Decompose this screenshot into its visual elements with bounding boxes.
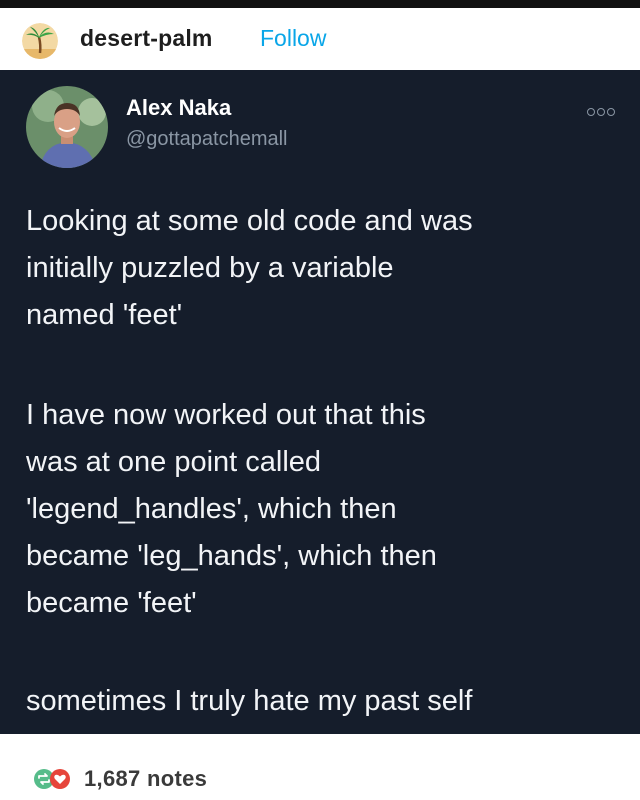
top-bar <box>0 0 640 8</box>
tweet-line: became 'feet' <box>26 587 197 619</box>
tweet-card: Alex Naka @gottapatchemall Looking at so… <box>0 70 640 734</box>
author-avatar[interactable] <box>26 86 108 168</box>
tweet-line: became 'leg_hands', which then <box>26 540 437 572</box>
heart-icon[interactable] <box>50 769 70 789</box>
follow-button[interactable]: Follow <box>260 23 326 53</box>
tweet-paragraph-1: Looking at some old code and was initial… <box>26 198 626 339</box>
tweet-paragraph-3: sometimes I truly hate my past self <box>26 678 626 725</box>
tweet-paragraph-2: I have now worked out that this was at o… <box>26 392 626 627</box>
tweet-line: sometimes I truly hate my past self <box>26 685 473 717</box>
post-header: desert-palm Follow <box>0 8 640 70</box>
author-handle[interactable]: @gottapatchemall <box>126 126 288 152</box>
tweet-line: initially puzzled by a variable <box>26 252 394 284</box>
tweet-line: was at one point called <box>26 446 322 478</box>
tweet-line: 'legend_handles', which then <box>26 493 397 525</box>
author-name[interactable]: Alex Naka <box>126 94 231 122</box>
tweet-line: Looking at some old code and was <box>26 205 473 237</box>
more-options-icon[interactable] <box>584 106 618 118</box>
palm-tree-avatar-icon[interactable] <box>22 23 58 59</box>
tweet-line: I have now worked out that this <box>26 399 426 431</box>
tweet-line: named 'feet' <box>26 299 183 331</box>
blog-name[interactable]: desert-palm <box>80 23 213 53</box>
notes-count[interactable]: 1,687 notes <box>84 764 207 794</box>
